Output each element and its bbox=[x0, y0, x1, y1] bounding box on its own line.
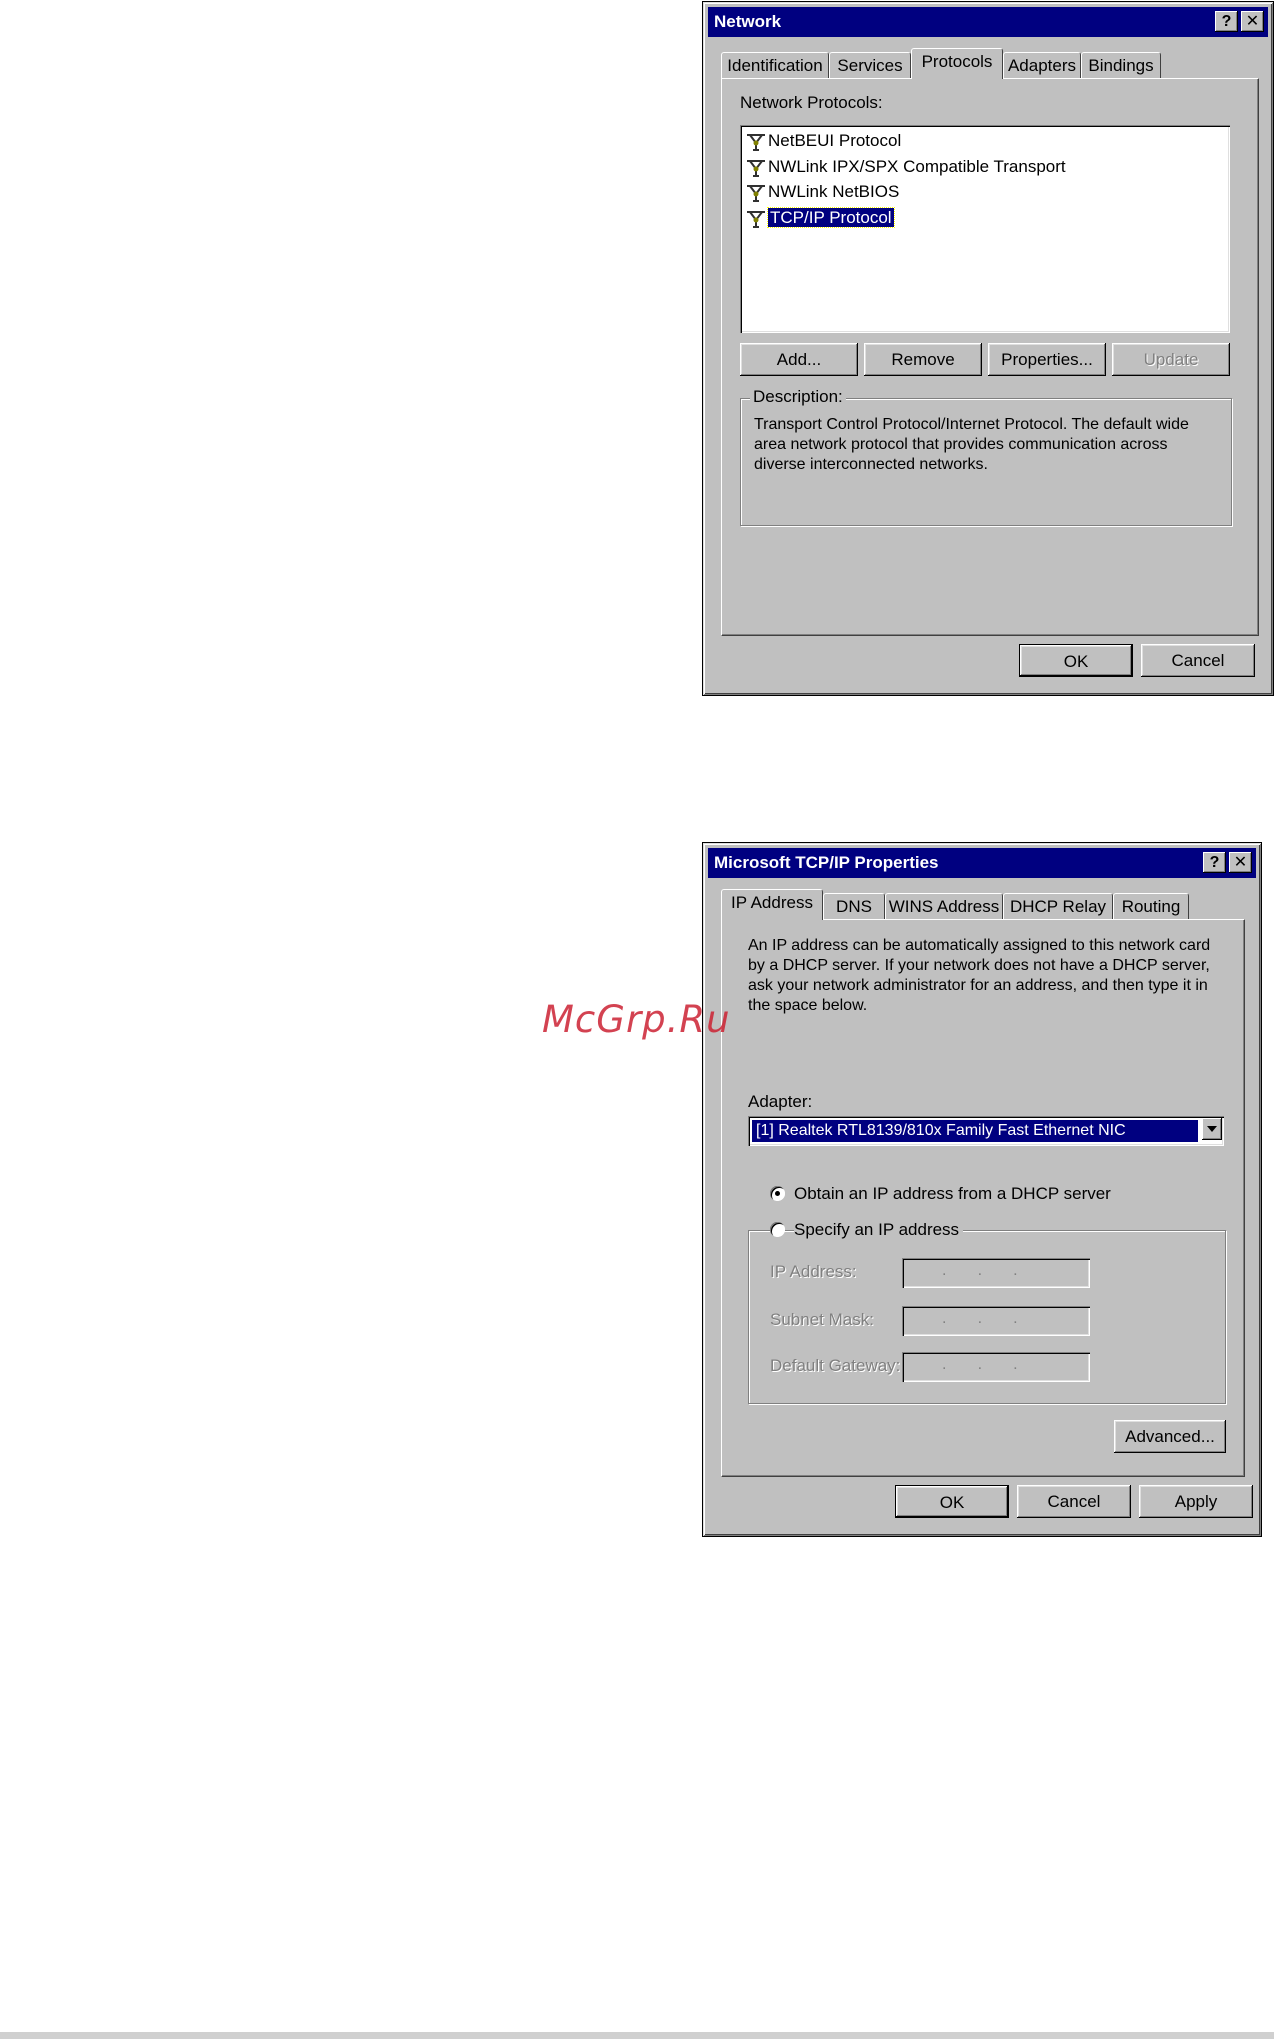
network-protocol-icon bbox=[747, 210, 765, 228]
tab-identification[interactable]: Identification bbox=[721, 52, 829, 78]
tab-routing[interactable]: Routing bbox=[1113, 893, 1189, 919]
apply-button[interactable]: Apply bbox=[1139, 1485, 1253, 1518]
tab-bindings[interactable]: Bindings bbox=[1081, 52, 1161, 78]
help-icon[interactable]: ? bbox=[1203, 852, 1226, 873]
network-protocol-icon bbox=[747, 133, 765, 151]
tab-dhcp-relay[interactable]: DHCP Relay bbox=[1003, 893, 1113, 919]
obtain-dhcp-label[interactable]: Obtain an IP address from a DHCP server bbox=[794, 1184, 1111, 1204]
specify-ip-radio[interactable] bbox=[770, 1222, 785, 1237]
tab-ip-address[interactable]: IP Address bbox=[721, 889, 823, 920]
default-gateway-label: Default Gateway: bbox=[770, 1356, 901, 1375]
radio-dot-icon bbox=[775, 1191, 780, 1196]
close-icon[interactable]: ✕ bbox=[1241, 11, 1264, 32]
description-text: Transport Control Protocol/Internet Prot… bbox=[754, 416, 1189, 473]
tab-adapters[interactable]: Adapters bbox=[1003, 52, 1081, 78]
help-icon[interactable]: ? bbox=[1215, 11, 1238, 32]
network-title: Network bbox=[714, 12, 782, 31]
close-icon[interactable]: ✕ bbox=[1229, 852, 1252, 873]
specify-ip-label[interactable]: Specify an IP address bbox=[794, 1220, 964, 1240]
default-gateway-field[interactable]: . . . bbox=[902, 1352, 1090, 1382]
obtain-dhcp-radio[interactable] bbox=[770, 1186, 785, 1201]
tcpip-title-bar[interactable]: Microsoft TCP/IP Properties ? ✕ bbox=[708, 848, 1256, 878]
adapter-selected-value: [1] Realtek RTL8139/810x Family Fast Eth… bbox=[752, 1120, 1198, 1142]
chevron-down-icon[interactable] bbox=[1202, 1118, 1222, 1140]
tab-protocols[interactable]: Protocols bbox=[911, 48, 1003, 79]
network-title-bar[interactable]: Network ? ✕ bbox=[708, 7, 1268, 37]
properties-button[interactable]: Properties... bbox=[988, 343, 1106, 376]
adapter-label: Adapter: bbox=[748, 1092, 813, 1111]
protocols-list[interactable]: NetBEUI Protocol NWLink IPX/SPX Compatib… bbox=[740, 125, 1230, 333]
network-protocol-icon bbox=[747, 159, 765, 177]
tab-dns[interactable]: DNS bbox=[823, 893, 885, 919]
subnet-mask-field[interactable]: . . . bbox=[902, 1306, 1090, 1336]
tab-wins-address[interactable]: WINS Address bbox=[885, 893, 1003, 919]
add-button[interactable]: Add... bbox=[740, 343, 858, 376]
advanced-button[interactable]: Advanced... bbox=[1114, 1420, 1226, 1453]
list-item[interactable]: NWLink IPX/SPX Compatible Transport bbox=[746, 157, 1066, 177]
network-protocols-label: Network Protocols: bbox=[740, 93, 883, 112]
ok-button[interactable]: OK bbox=[1019, 644, 1133, 677]
update-button[interactable]: Update bbox=[1112, 343, 1230, 376]
remove-button[interactable]: Remove bbox=[864, 343, 982, 376]
list-item-selected[interactable]: TCP/IP Protocol bbox=[746, 207, 895, 228]
network-protocol-icon bbox=[747, 184, 765, 202]
description-label: Description: bbox=[750, 387, 846, 407]
ip-address-panel: An IP address can be automatically assig… bbox=[721, 919, 1245, 1477]
cancel-button[interactable]: Cancel bbox=[1141, 644, 1255, 677]
adapter-select[interactable]: [1] Realtek RTL8139/810x Family Fast Eth… bbox=[748, 1116, 1224, 1146]
tab-services[interactable]: Services bbox=[829, 52, 911, 78]
cancel-button[interactable]: Cancel bbox=[1017, 1485, 1131, 1518]
protocols-panel: Network Protocols: NetBEUI Protocol NWLi… bbox=[721, 78, 1259, 636]
tcpip-properties-dialog: Microsoft TCP/IP Properties ? ✕ IP Addre… bbox=[702, 842, 1262, 1537]
watermark: McGrp.Ru bbox=[542, 998, 731, 1041]
ok-button[interactable]: OK bbox=[895, 1485, 1009, 1518]
ip-address-label: IP Address: bbox=[770, 1262, 857, 1281]
subnet-mask-label: Subnet Mask: bbox=[770, 1310, 874, 1329]
page-bottom-bar bbox=[0, 2032, 1274, 2039]
ip-intro-text: An IP address can be automatically assig… bbox=[748, 937, 1211, 1014]
ip-address-field[interactable]: . . . bbox=[902, 1258, 1090, 1288]
list-item[interactable]: NWLink NetBIOS bbox=[746, 182, 899, 202]
network-dialog: Network ? ✕ Identification Services Prot… bbox=[702, 1, 1274, 696]
tcpip-title: Microsoft TCP/IP Properties bbox=[714, 853, 939, 872]
list-item[interactable]: NetBEUI Protocol bbox=[746, 131, 901, 151]
